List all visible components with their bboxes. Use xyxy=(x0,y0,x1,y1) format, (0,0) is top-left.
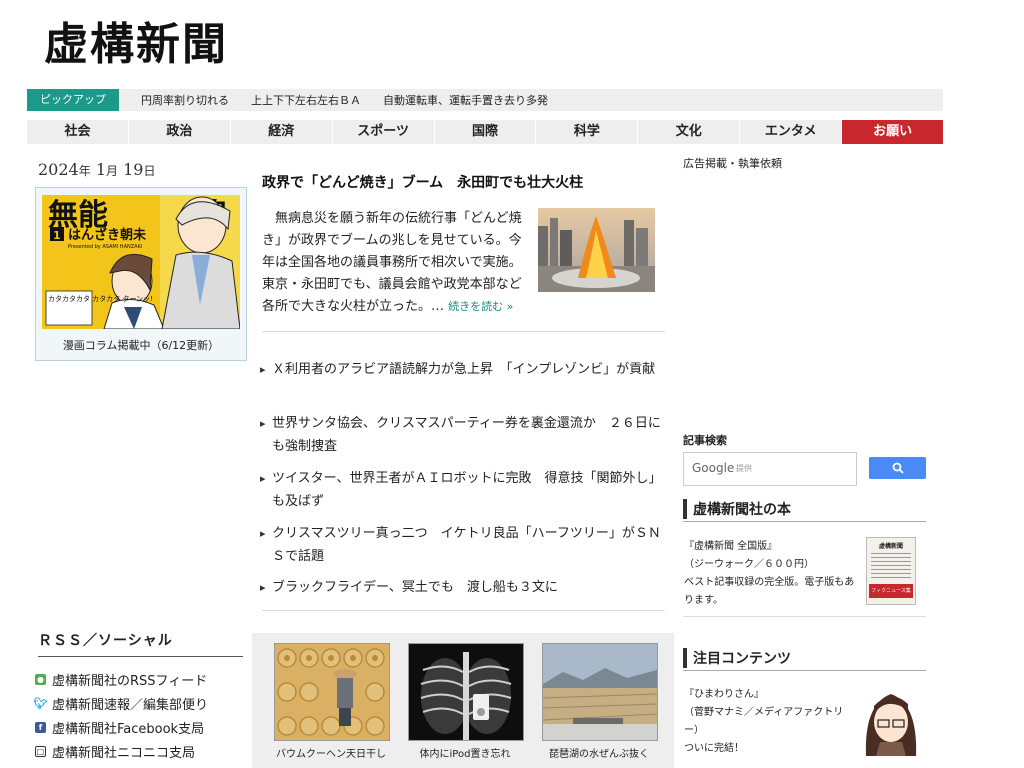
nav-item-request[interactable]: お願い xyxy=(842,120,944,144)
book-cover[interactable]: 虚構新聞 フィクニュース集 xyxy=(866,537,916,605)
pickup-item[interactable]: 上上下下左右左右ＢＡ xyxy=(251,92,361,108)
niconico-link[interactable]: □ 虚構新聞社ニコニコ支局 xyxy=(35,742,195,761)
lake-image xyxy=(543,644,657,740)
main-headline[interactable]: 政界で「どんど焼き」ブーム 永田町でも壮大火柱 xyxy=(262,172,583,192)
featured-author: （菅野マナミ／メディアファクトリー） xyxy=(684,707,844,736)
manga-illustration: 無能 鳥 1 はんざき朝未 Presented by ASAMI HANZAKI… xyxy=(42,195,240,329)
manga-volume: 1 xyxy=(53,229,61,242)
news-list-item[interactable]: ブラックフライデー、冥土でも 渡し船も３文に xyxy=(260,576,672,599)
niconico-label: 虚構新聞社ニコニコ支局 xyxy=(52,746,196,761)
photo-caption[interactable]: 琵琶湖の水ぜんぶ抜く xyxy=(537,745,661,760)
category-nav: 社会 政治 経済 スポーツ 国際 科学 文化 エンタメ お願い xyxy=(27,120,944,144)
lead-text: 無病息災を願う新年の伝統行事「どんど焼き」が政界でブームの兆しを見せている。今年… xyxy=(262,211,522,314)
book-title[interactable]: 『虚構新聞 全国版』 xyxy=(684,538,859,556)
featured-title[interactable]: 『ひまわりさん』 xyxy=(684,686,844,704)
featured-thumbnail[interactable] xyxy=(856,684,926,756)
bonfire-image xyxy=(538,208,655,292)
nav-item-international[interactable]: 国際 xyxy=(435,120,537,144)
news-divider xyxy=(262,610,665,611)
nav-item-politics[interactable]: 政治 xyxy=(129,120,231,144)
manga-thumbnail[interactable]: 無能 鳥 1 はんざき朝未 Presented by ASAMI HANZAKI… xyxy=(42,195,240,329)
book-description: ベスト記事収録の完全版。電子版もあります。 xyxy=(684,577,855,606)
nav-item-culture[interactable]: 文化 xyxy=(638,120,741,144)
manga-caption[interactable]: 漫画コラム掲載中（6/12更新） xyxy=(36,337,246,353)
books-heading: 虚構新聞社の本 xyxy=(683,499,935,519)
book-cover-title: 虚構新聞 xyxy=(878,543,903,550)
featured-description: ついに完結！ xyxy=(684,743,744,754)
photo-caption[interactable]: バウムクーヘン天日干し xyxy=(269,745,393,760)
baumkuchen-image xyxy=(275,644,389,740)
date-day-suffix: 日 xyxy=(143,164,156,178)
google-brand: Google xyxy=(692,461,735,475)
nav-item-society[interactable]: 社会 xyxy=(27,120,129,144)
book-divider xyxy=(683,616,926,617)
featured-heading: 注目コンテンツ xyxy=(683,648,935,668)
himawari-character-image xyxy=(856,684,926,756)
facebook-label: 虚構新聞社Facebook支局 xyxy=(52,722,205,737)
manga-column-card[interactable]: 無能 鳥 1 はんざき朝未 Presented by ASAMI HANZAKI… xyxy=(35,187,247,361)
site-logo[interactable]: 虚構新聞 xyxy=(44,18,228,72)
article-divider xyxy=(262,331,665,332)
date-month-suffix: 月 xyxy=(106,164,119,178)
search-heading: 記事検索 xyxy=(683,434,727,447)
rss-feed-label: 虚構新聞社のRSSフィード xyxy=(52,674,208,689)
rss-icon: ● xyxy=(35,674,46,685)
nav-item-sports[interactable]: スポーツ xyxy=(333,120,435,144)
manga-credit: Presented by ASAMI HANZAKI xyxy=(68,244,142,250)
manga-bubble-text: カタカタカタ カタカタ ターンッ! xyxy=(48,294,153,303)
book-cover-banner: フィクニュース集 xyxy=(869,584,913,598)
search-button[interactable] xyxy=(869,457,926,479)
book-info: 『虚構新聞 全国版』 （ジーウォーク／６００円） ベスト記事収録の完全版。電子版… xyxy=(684,538,859,610)
books-divider xyxy=(683,521,926,522)
twitter-link[interactable]: 🐦︎ 虚構新聞速報／編集部便り xyxy=(33,694,209,713)
manga-author: はんざき朝未 xyxy=(68,227,147,243)
nav-item-economy[interactable]: 経済 xyxy=(231,120,333,144)
search-input[interactable]: Google 提供 xyxy=(683,452,857,486)
rss-feed-link[interactable]: ● 虚構新聞社のRSSフィード xyxy=(35,670,207,689)
book-publisher: （ジーウォーク／６００円） xyxy=(684,559,814,570)
read-more-link[interactable]: 続きを読む » xyxy=(448,300,513,313)
pickup-item[interactable]: 自動運転車、運転手置き去り多発 xyxy=(383,92,548,108)
nav-item-entertainment[interactable]: エンタメ xyxy=(740,120,843,144)
ad-inquiry-link[interactable]: 広告掲載・執筆依頼 xyxy=(683,155,782,171)
xray-image xyxy=(409,644,523,740)
news-list-item[interactable]: ツイスター、世界王者がＡＩロボットに完敗 得意技「関節外し」も及ばず xyxy=(260,467,672,513)
date-year: 2024 xyxy=(38,160,79,179)
current-date: 2024年 1月 19日 xyxy=(38,160,156,179)
pickup-label: ピックアップ xyxy=(27,89,119,111)
featured-divider xyxy=(683,670,926,671)
date-month: 1 xyxy=(95,160,107,179)
twitter-label: 虚構新聞速報／編集部便り xyxy=(52,698,209,713)
photo-caption[interactable]: 体内にiPod置き忘れ xyxy=(403,745,527,760)
date-year-suffix: 年 xyxy=(78,164,91,178)
photo-strip: バウムクーヘン天日干し 体内にiPod置き忘れ 琵琶湖の水ぜんぶ抜く xyxy=(252,633,674,768)
pickup-bar: ピックアップ 円周率割り切れる 上上下下左右左右ＢＡ 自動運転車、運転手置き去り… xyxy=(27,89,943,111)
date-day: 19 xyxy=(123,160,144,179)
facebook-link[interactable]: f 虚構新聞社Facebook支局 xyxy=(35,718,204,737)
photo-xray[interactable] xyxy=(408,643,524,741)
news-list-item[interactable]: Ｘ利用者のアラビア語読解力が急上昇 「インプレゾンビ」が貢献 xyxy=(260,358,672,381)
photo-baumkuchen[interactable] xyxy=(274,643,390,741)
twitter-icon: 🐦︎ xyxy=(33,697,48,710)
rss-social-heading: ＲＳＳ／ソーシャル xyxy=(38,630,243,657)
news-list-item[interactable]: クリスマスツリー真っ二つ イケトリ良品「ハーフツリー」がＳＮＳで話題 xyxy=(260,522,672,568)
main-article-photo[interactable] xyxy=(538,208,655,292)
powered-by-text: 提供 xyxy=(736,464,752,473)
facebook-icon: f xyxy=(35,722,46,733)
featured-info: 『ひまわりさん』 （菅野マナミ／メディアファクトリー） ついに完結！ xyxy=(684,686,844,758)
niconico-icon: □ xyxy=(35,746,46,757)
news-list-item[interactable]: 世界サンタ協会、クリスマスパーティー券を裏金還流か ２６日にも強制捜査 xyxy=(260,412,672,458)
photo-biwako[interactable] xyxy=(542,643,658,741)
nav-item-science[interactable]: 科学 xyxy=(536,120,639,144)
main-article-lead: 無病息災を願う新年の伝統行事「どんど焼き」が政界でブームの兆しを見せている。今年… xyxy=(262,208,532,318)
search-icon xyxy=(892,462,904,474)
pickup-item[interactable]: 円周率割り切れる xyxy=(141,92,229,108)
